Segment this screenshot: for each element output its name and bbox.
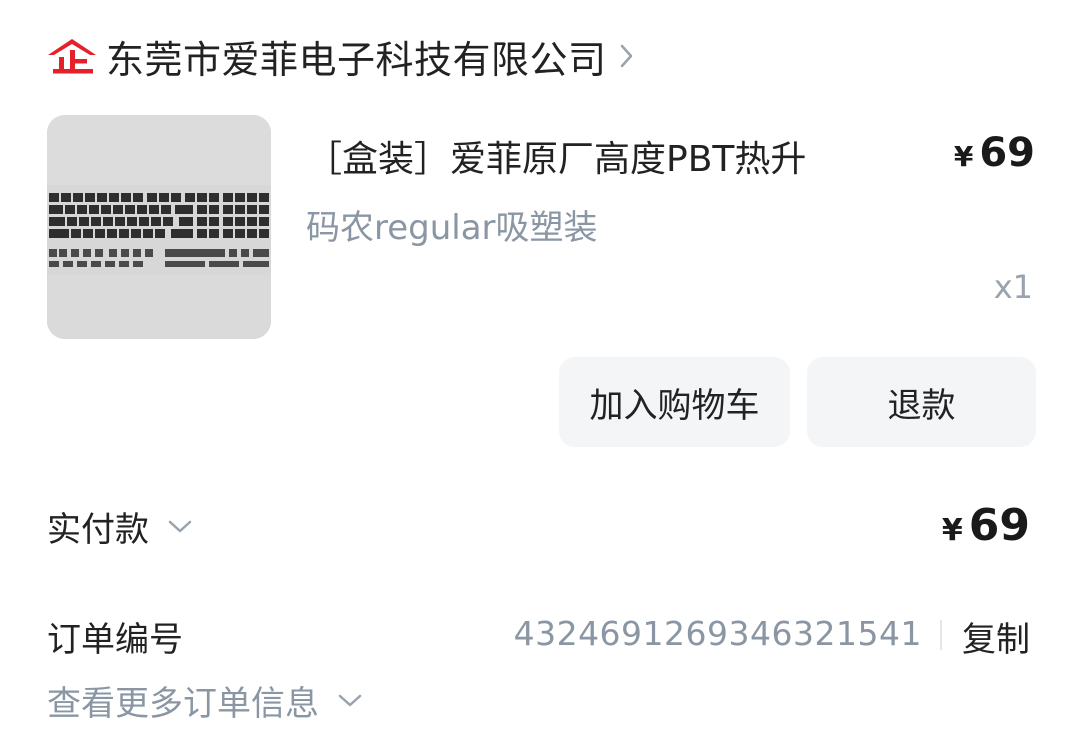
order-number-label: 订单编号 [47, 620, 183, 660]
chevron-down-icon [337, 693, 363, 709]
order-number: 4324691269346321541 [513, 614, 922, 653]
add-to-cart-button[interactable]: 加入购物车 [559, 357, 790, 447]
chevron-down-icon [167, 519, 193, 535]
currency-symbol: ¥ [953, 140, 974, 173]
paid-amount-label: 实付款 [47, 510, 149, 550]
paid-amount-toggle[interactable]: 实付款 [47, 502, 193, 551]
paid-amount: ¥69 [942, 500, 1030, 551]
product-quantity: x1 [993, 268, 1033, 306]
more-order-info-label: 查看更多订单信息 [47, 684, 319, 724]
product-variant: 码农regular吸塑装 [306, 208, 598, 248]
shop-name: 东莞市爱菲电子科技有限公司 [106, 37, 607, 82]
product-title[interactable]: ［盒装］爱菲原厂高度PBT热升 [306, 130, 806, 182]
product-image[interactable] [47, 115, 271, 339]
currency-symbol: ¥ [941, 513, 963, 548]
keycap-set-image [47, 115, 271, 339]
divider [940, 620, 942, 650]
more-order-info-toggle[interactable]: 查看更多订单信息 [47, 676, 363, 725]
paid-amount-value: 69 [968, 500, 1030, 551]
enterprise-icon [44, 34, 100, 78]
copy-button[interactable]: 复制 [962, 612, 1030, 661]
product-price: ¥69 [954, 130, 1035, 176]
refund-button[interactable]: 退款 [807, 357, 1036, 447]
chevron-right-icon [619, 42, 635, 70]
product-price-value: 69 [979, 130, 1035, 176]
shop-header[interactable]: 东莞市爱菲电子科技有限公司 [44, 26, 635, 86]
